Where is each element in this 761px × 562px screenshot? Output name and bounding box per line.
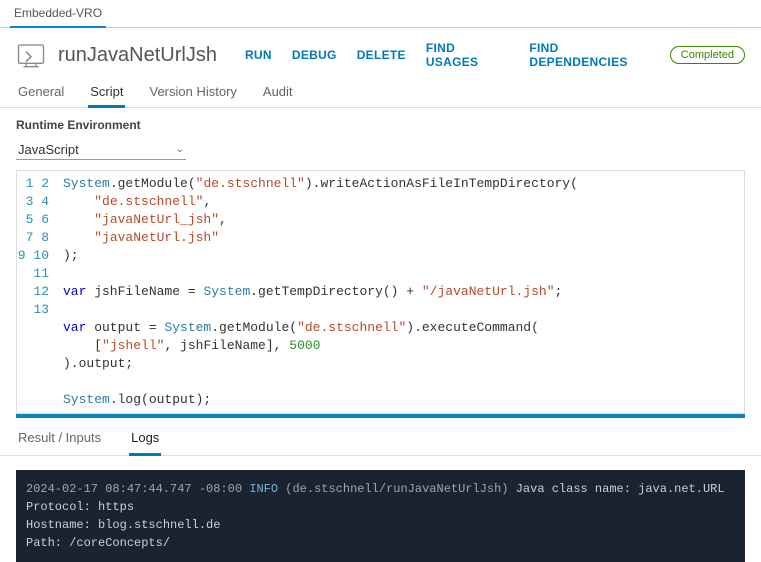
log-console[interactable]: 2024-02-17 08:47:44.747 -08:00 INFO (de.…: [16, 470, 745, 562]
find-usages-button[interactable]: FIND USAGES: [426, 41, 510, 69]
tab-script[interactable]: Script: [88, 78, 125, 108]
line-gutter: 1 2 3 4 5 6 7 8 9 10 11 12 13: [17, 171, 57, 413]
tab-result-inputs[interactable]: Result / Inputs: [16, 426, 103, 456]
action-header: runJavaNetUrlJsh RUN DEBUG DELETE FIND U…: [0, 28, 761, 78]
top-tab-bar: Embedded-VRO: [0, 0, 761, 28]
delete-button[interactable]: DELETE: [357, 48, 406, 62]
tab-audit[interactable]: Audit: [261, 78, 295, 108]
result-tabs: Result / Inputs Logs: [0, 418, 761, 456]
tab-logs[interactable]: Logs: [129, 426, 161, 456]
status-badge: Completed: [670, 46, 745, 64]
tab-general[interactable]: General: [16, 78, 66, 108]
runtime-select[interactable]: JavaScript ⌄: [16, 140, 186, 160]
find-dependencies-button[interactable]: FIND DEPENDENCIES: [529, 41, 657, 69]
runtime-value: JavaScript: [18, 142, 79, 157]
sub-tabs: General Script Version History Audit: [0, 78, 761, 108]
action-toolbar: RUN DEBUG DELETE FIND USAGES FIND DEPEND…: [245, 41, 658, 69]
debug-button[interactable]: DEBUG: [292, 48, 337, 62]
action-title: runJavaNetUrlJsh: [58, 44, 217, 67]
chevron-down-icon: ⌄: [176, 144, 184, 155]
action-icon: [16, 40, 46, 70]
code-area[interactable]: System.getModule("de.stschnell").writeAc…: [57, 171, 744, 413]
code-editor[interactable]: 1 2 3 4 5 6 7 8 9 10 11 12 13 System.get…: [16, 170, 745, 414]
runtime-label: Runtime Environment: [0, 108, 761, 136]
tab-embedded-vro[interactable]: Embedded-VRO: [10, 0, 106, 28]
run-button[interactable]: RUN: [245, 48, 272, 62]
tab-version-history[interactable]: Version History: [147, 78, 238, 108]
